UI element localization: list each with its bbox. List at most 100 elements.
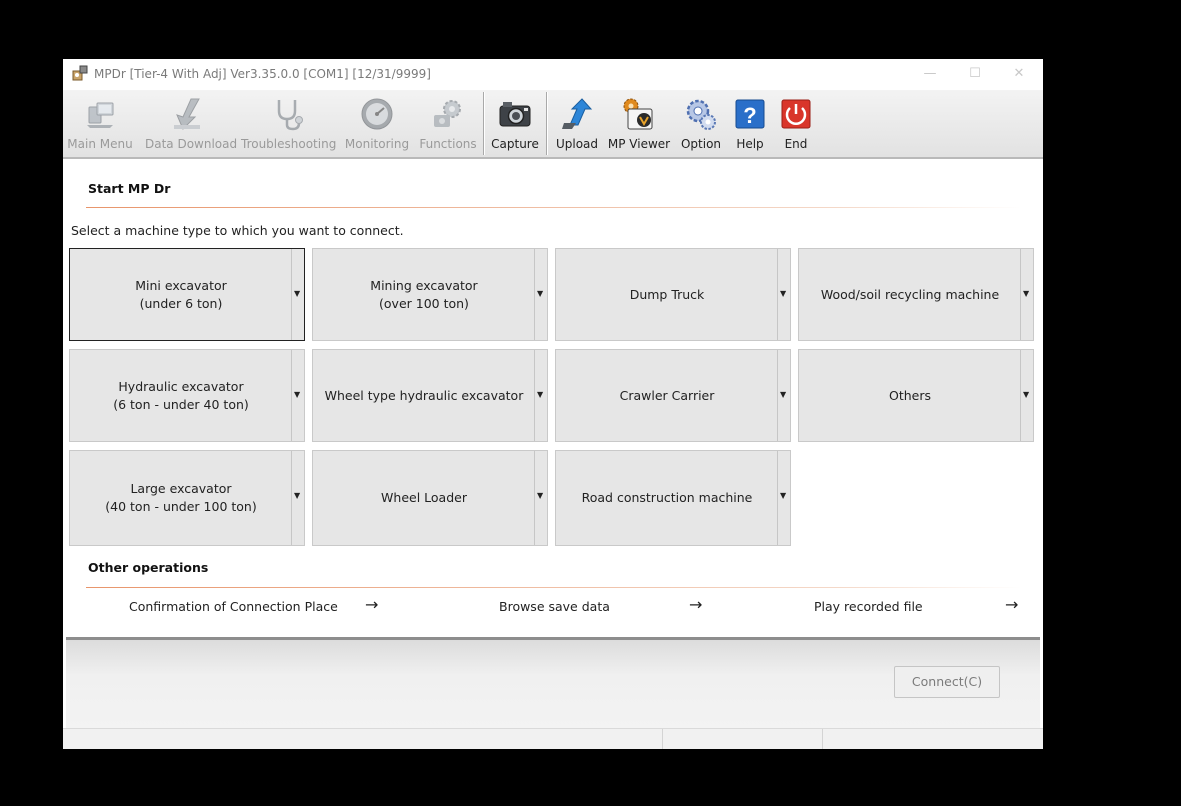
machine-label: Large excavator (40 ton - under 100 ton) [105,481,257,514]
browse-save-data-link[interactable]: Browse save data [499,599,610,614]
svg-text:?: ? [743,103,756,128]
machine-dropdown-button[interactable]: ▼ [291,249,304,340]
chevron-down-icon: ▼ [1023,390,1030,399]
toolbar-label: End [784,137,808,151]
arrow-right-icon[interactable]: → [689,595,702,614]
status-divider [662,729,663,749]
toolbar-separator [483,92,484,155]
machine-mining-excavator-button[interactable]: Mining excavator (over 100 ton) ▼ [312,248,548,341]
toolbar-troubleshooting-button[interactable]: Troubleshooting [241,90,337,157]
help-icon: ? [735,99,765,129]
chevron-down-icon: ▼ [294,491,301,500]
window-title: MPDr [Tier-4 With Adj] Ver3.35.0.0 [COM1… [94,67,431,81]
maximize-button[interactable]: ☐ [960,64,990,84]
app-window: MPDr [Tier-4 With Adj] Ver3.35.0.0 [COM1… [63,59,1043,749]
title-bar: MPDr [Tier-4 With Adj] Ver3.35.0.0 [COM1… [63,59,1043,90]
option-gears-icon [686,99,716,130]
chevron-down-icon: ▼ [537,289,544,298]
confirmation-of-connection-place-link[interactable]: Confirmation of Connection Place [129,599,338,614]
chevron-down-icon: ▼ [294,390,301,399]
toolbar-functions-button[interactable]: Functions [417,90,479,157]
arrow-right-icon[interactable]: → [1005,595,1018,614]
machine-label: Wheel Loader [381,490,467,505]
machine-road-construction-button[interactable]: Road construction machine ▼ [555,450,791,546]
toolbar-data-download-button[interactable]: Data Download [145,90,237,157]
chevron-down-icon: ▼ [537,390,544,399]
machine-others-button[interactable]: Others ▼ [798,349,1034,442]
toolbar-label: Main Menu [67,137,133,151]
toolbar-option-button[interactable]: Option [675,90,727,157]
play-recorded-file-link[interactable]: Play recorded file [814,599,923,614]
download-arrow-icon [174,98,200,130]
gears-icon [434,100,461,127]
page-title: Start MP Dr [88,181,171,196]
toolbar-capture-button[interactable]: Capture [487,90,543,157]
close-button[interactable]: ✕ [1004,64,1034,84]
app-logo-icon [72,65,88,81]
machine-wheel-loader-button[interactable]: Wheel Loader ▼ [312,450,548,546]
machine-wood-soil-recycling-button[interactable]: Wood/soil recycling machine ▼ [798,248,1034,341]
machine-label: Crawler Carrier [619,387,715,403]
toolbar-help-button[interactable]: ? Help [729,90,771,157]
machine-label: Others [888,387,931,403]
connect-button[interactable]: Connect(C) [894,666,1000,698]
instruction-text: Select a machine type to which you want … [71,223,404,238]
machine-wheel-type-hydraulic-excavator-button[interactable]: Wheel type hydraulic excavator ▼ [312,349,548,442]
bottom-panel: Connect(C) [66,637,1040,729]
chevron-down-icon: ▼ [780,491,787,500]
power-icon [781,99,811,129]
machine-mini-excavator-button[interactable]: Mini excavator (under 6 ton) ▼ [69,248,305,341]
chevron-down-icon: ▼ [780,390,787,399]
chevron-down-icon: ▼ [1023,289,1030,298]
toolbar-end-button[interactable]: End [775,90,817,157]
machine-dropdown-button[interactable]: ▼ [534,350,547,441]
status-bar [63,728,1043,749]
toolbar-label: Monitoring [344,137,410,151]
other-operations-heading: Other operations [88,560,209,575]
status-divider [822,729,823,749]
stethoscope-icon [277,100,303,131]
machine-label: Mini excavator (under 6 ton) [135,277,227,311]
toolbar-upload-button[interactable]: Upload [551,90,603,157]
machine-dump-truck-button[interactable]: Dump Truck ▼ [555,248,791,341]
machine-dropdown-button[interactable]: ▼ [1020,249,1033,340]
machine-dropdown-button[interactable]: ▼ [534,249,547,340]
arrow-right-icon[interactable]: → [365,595,378,614]
machine-label: Hydraulic excavator (6 ton - under 40 to… [113,378,249,412]
toolbar-label: Help [736,137,764,151]
computer-icon [87,102,114,128]
toolbar: Main Menu Data Download Troubleshooting [63,90,1043,159]
minimize-button[interactable]: — [915,64,945,84]
machine-dropdown-button[interactable]: ▼ [777,451,790,545]
toolbar-label: Capture [491,137,539,151]
machine-label: Wheel type hydraulic excavator [324,387,524,403]
machine-dropdown-button[interactable]: ▼ [291,451,304,545]
machine-label: Road construction machine [581,490,753,505]
heading-divider [86,207,1021,208]
machine-dropdown-button[interactable]: ▼ [777,249,790,340]
toolbar-main-menu-button[interactable]: Main Menu [63,90,137,157]
chevron-down-icon: ▼ [294,289,301,298]
toolbar-monitoring-button[interactable]: Monitoring [343,90,411,157]
toolbar-mp-viewer-button[interactable]: MP Viewer [607,90,671,157]
machine-label: Dump Truck [629,286,705,302]
toolbar-label: Troubleshooting [241,137,337,151]
machine-dropdown-button[interactable]: ▼ [291,350,304,441]
other-operations-divider [86,587,1021,588]
toolbar-label: Option [680,137,722,151]
machine-label: Wood/soil recycling machine [820,286,1000,302]
machine-label: Mining excavator (over 100 ton) [370,277,478,311]
machine-dropdown-button[interactable]: ▼ [1020,350,1033,441]
mp-viewer-icon [623,98,653,130]
chevron-down-icon: ▼ [537,491,544,500]
camera-icon [499,102,531,127]
machine-crawler-carrier-button[interactable]: Crawler Carrier ▼ [555,349,791,442]
main-content: Start MP Dr Select a machine type to whi… [63,159,1043,637]
machine-dropdown-button[interactable]: ▼ [777,350,790,441]
machine-dropdown-button[interactable]: ▼ [534,451,547,545]
upload-arrow-icon [562,98,593,129]
machine-large-excavator-button[interactable]: Large excavator (40 ton - under 100 ton)… [69,450,305,546]
toolbar-label: MP Viewer [607,137,671,151]
machine-hydraulic-excavator-button[interactable]: Hydraulic excavator (6 ton - under 40 to… [69,349,305,442]
toolbar-separator [546,92,547,155]
